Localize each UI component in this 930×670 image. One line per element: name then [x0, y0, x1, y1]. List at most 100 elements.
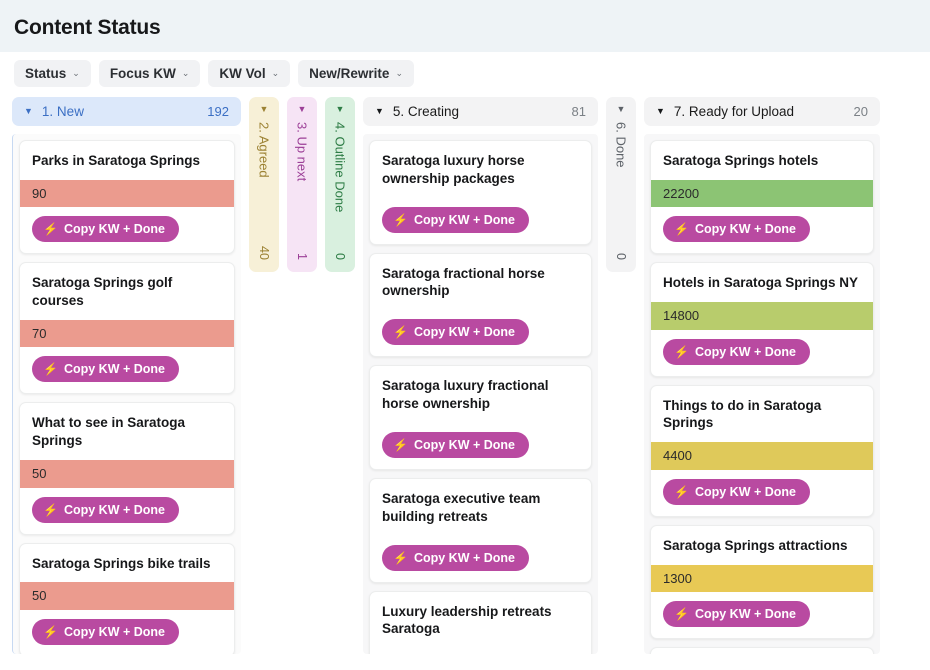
kanban-card[interactable]: Parks in Saratoga Springs 90 ⚡ Copy KW + Do… — [19, 140, 235, 255]
card-title: Parks in Saratoga Springs — [32, 153, 201, 168]
lightning-bolt-icon: ⚡ — [393, 437, 408, 452]
copy-kw-done-label: Copy KW + Done — [413, 550, 515, 565]
column-ready-for-upload: ▼ 7. Ready for Upload 20 Saratoga Spring… — [644, 97, 880, 654]
copy-kw-done-button[interactable]: ⚡ Copy KW + Done — [32, 496, 179, 523]
card-action-area: ⚡Copy KW + Done — [370, 536, 591, 582]
filter-pill-new-rewrite[interactable]: New/Rewrite ⌄ — [298, 60, 414, 87]
kanban-card[interactable]: Saratoga fractional horse ownership ⚡ Copy… — [369, 252, 592, 358]
filter-label: KW Vol — [219, 66, 266, 81]
keyword-volume-bar: 4400 — [651, 442, 873, 470]
column-header-new[interactable]: ▼ 1. New 192 — [12, 97, 241, 126]
copy-kw-done-label: Copy KW + Done — [63, 362, 165, 377]
collapse-caret-icon[interactable]: ▼ — [375, 107, 384, 116]
filter-label: Status — [25, 66, 67, 81]
collapsed-column-2-agreed[interactable]: ▼ 2. Agreed 40 — [249, 97, 279, 272]
copy-kw-done-button[interactable]: ⚡ Copy KW + Done — [663, 601, 810, 628]
keyword-volume-bar: 22200 — [651, 179, 873, 208]
column-title: 7. Ready for Upload — [673, 104, 794, 119]
copy-kw-done-button[interactable]: ⚡ Copy KW + Done — [663, 338, 810, 365]
collapsed-column-count: 1 — [295, 253, 309, 260]
card-action-area: ⚡Copy KW + Done — [370, 648, 591, 654]
filter-pill-focus-kw[interactable]: Focus KW ⌄ — [98, 60, 201, 87]
collapse-caret-icon[interactable]: ▼ — [24, 107, 33, 116]
copy-kw-done-button[interactable]: ⚡ Copy KW + Done — [663, 216, 810, 243]
column-body-creating: Saratoga luxury horse ownership packages… — [363, 134, 598, 654]
card-title: Luxury leadership retreats Saratoga — [382, 603, 552, 637]
expand-caret-icon[interactable]: ▼ — [298, 105, 307, 114]
expand-caret-icon[interactable]: ▼ — [336, 105, 345, 114]
expand-caret-icon[interactable]: ▼ — [260, 105, 269, 114]
kanban-card[interactable]: Saratoga luxury fractional horse ownersh… — [369, 365, 592, 470]
kanban-card[interactable]: Saratoga luxury horse ownership packages… — [369, 140, 592, 245]
copy-kw-done-label: Copy KW + Done — [413, 325, 515, 340]
filter-label: New/Rewrite — [309, 66, 390, 81]
filter-pill-kw-vol[interactable]: KW Vol ⌄ — [208, 60, 291, 87]
kanban-card[interactable]: Saratoga Springs attractions 1300 ⚡ Copy KW… — [650, 524, 874, 640]
kanban-card[interactable]: Things to do in Saratoga Springs 4400 ⚡ Cop… — [650, 384, 874, 517]
card-title: What to see in Saratoga Springs — [32, 415, 186, 449]
collapsed-column-done-wrap: ▼ 6. Done 0 — [606, 97, 636, 272]
copy-kw-done-button[interactable]: ⚡ Copy KW + Done — [32, 618, 179, 645]
lightning-bolt-icon: ⚡ — [43, 222, 58, 237]
column-count: 20 — [853, 104, 868, 119]
column-header-ready[interactable]: ▼ 7. Ready for Upload 20 — [644, 97, 880, 126]
card-title: Things to do in Saratoga Springs — [663, 397, 822, 431]
copy-kw-done-button[interactable]: ⚡ Copy KW + Done — [382, 544, 529, 571]
card-title: Saratoga Springs golf courses — [32, 275, 173, 309]
card-action-area: ⚡Copy KW + Done — [651, 470, 873, 516]
kanban-card[interactable]: Saratoga Springs bike trails 50 ⚡ Copy KW +… — [19, 542, 235, 654]
kanban-card[interactable]: What to see in Saratoga Springs 50 ⚡ Copy K… — [19, 402, 235, 535]
copy-kw-done-button[interactable]: ⚡ Copy KW + Done — [382, 431, 529, 458]
filter-bar: Status ⌄ Focus KW ⌄ KW Vol ⌄ New/Rewrite ⌄ — [0, 52, 930, 97]
column-count: 192 — [207, 104, 229, 119]
collapsed-column-count: 0 — [614, 253, 628, 260]
kanban-card[interactable]: Saratoga Springs golf courses 70 ⚡ Copy KW … — [19, 262, 235, 395]
collapsed-column-3-up-next[interactable]: ▼ 3. Up next 1 — [287, 97, 317, 272]
collapsed-column-count: 0 — [333, 253, 347, 260]
page-title: Content Status — [14, 16, 161, 39]
copy-kw-done-button[interactable]: ⚡ Copy KW + Done — [663, 478, 810, 505]
column-new: ▼ 1. New 192 Parks in Saratoga Springs 90… — [12, 97, 241, 654]
card-action-area: ⚡ Copy KW + Done — [20, 207, 234, 253]
collapsed-column-count: 40 — [257, 246, 271, 260]
card-action-area: ⚡Copy KW + Done — [651, 592, 873, 638]
copy-kw-done-button[interactable]: ⚡ Copy KW + Done — [382, 206, 529, 233]
column-header-creating[interactable]: ▼ 5. Creating 81 — [363, 97, 598, 126]
copy-kw-done-button[interactable]: ⚡ Copy KW + Done — [32, 356, 179, 383]
title-bar: Content Status — [0, 0, 930, 52]
copy-kw-done-button[interactable]: ⚡ Copy KW + Done — [382, 319, 529, 346]
card-title: Saratoga luxury horse ownership packages — [382, 153, 525, 186]
copy-kw-done-button[interactable]: ⚡ Copy KW + Done — [32, 216, 179, 243]
card-title: Saratoga Springs bike trails — [32, 555, 211, 571]
collapsed-column-title: 3. Up next — [294, 122, 310, 182]
collapsed-column-4-outline-done[interactable]: ▼ 4. Outline Done 0 — [325, 97, 355, 272]
kanban-board: ▼ 1. New 192 Parks in Saratoga Springs 90… — [0, 97, 930, 654]
keyword-volume-bar: 90 — [20, 179, 234, 208]
keyword-volume-bar: 50 — [20, 582, 234, 610]
column-creating: ▼ 5. Creating 81 Saratoga luxury horse o… — [363, 97, 598, 654]
card-action-area: ⚡ Copy KW + Done — [20, 347, 234, 393]
lightning-bolt-icon: ⚡ — [674, 607, 689, 622]
lightning-bolt-icon: ⚡ — [43, 362, 58, 377]
kanban-card[interactable]: Saratoga executive team building retreat… — [369, 477, 592, 583]
card-action-area: ⚡ Copy KW + Done — [370, 198, 591, 244]
column-body-ready: Saratoga Springs hotels 22200 ⚡ Copy KW + D… — [644, 134, 880, 654]
kanban-card[interactable]: Saratoga Springs things to do720⚡Copy KW… — [650, 647, 874, 654]
copy-kw-done-label: Copy KW + Done — [63, 222, 165, 237]
chevron-down-icon: ⌄ — [271, 68, 280, 78]
lightning-bolt-icon: ⚡ — [674, 222, 689, 237]
expand-caret-icon[interactable]: ▼ — [617, 105, 626, 114]
copy-kw-done-label: Copy KW + Done — [413, 212, 515, 227]
copy-kw-done-label: Copy KW + Done — [694, 484, 796, 499]
lightning-bolt-icon: ⚡ — [393, 325, 408, 340]
collapse-caret-icon[interactable]: ▼ — [656, 107, 665, 116]
lightning-bolt-icon: ⚡ — [674, 344, 689, 359]
collapsed-column-6-done[interactable]: ▼ 6. Done 0 — [606, 97, 636, 272]
kanban-card[interactable]: Saratoga Springs hotels 22200 ⚡ Copy KW + D… — [650, 140, 874, 255]
lightning-bolt-icon: ⚡ — [393, 212, 408, 227]
kanban-card[interactable]: Luxury leadership retreats Saratoga ⚡Copy… — [369, 590, 592, 654]
card-title: Saratoga executive team building retreat… — [382, 490, 541, 524]
card-title: Saratoga fractional horse ownership — [382, 265, 545, 299]
kanban-card[interactable]: Hotels in Saratoga Springs NY 14800 ⚡ Copy … — [650, 262, 874, 377]
filter-pill-status[interactable]: Status ⌄ — [14, 60, 91, 87]
